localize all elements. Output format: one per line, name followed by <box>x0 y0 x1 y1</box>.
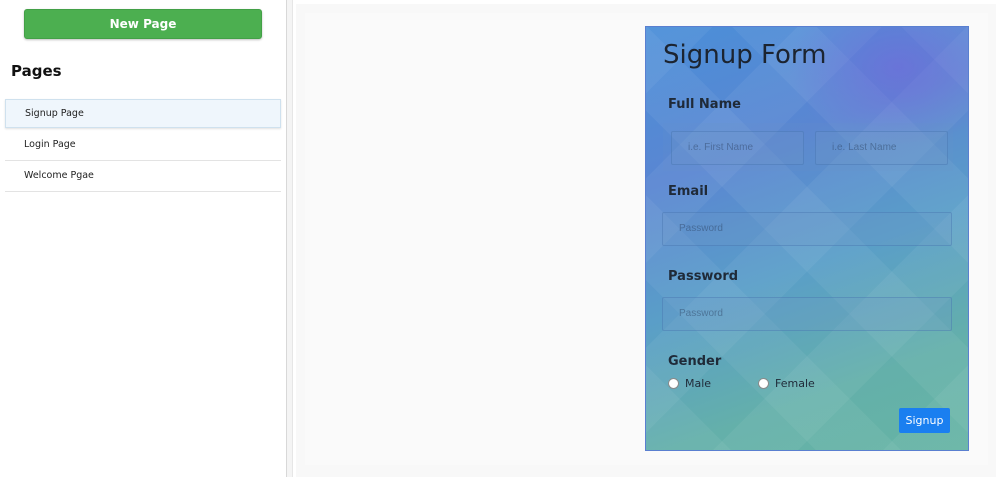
sidebar: New Page Pages Signup Page Login Page We… <box>0 0 286 477</box>
signup-button[interactable]: Signup <box>899 408 950 433</box>
female-label: Female <box>775 377 815 390</box>
page-item-signup[interactable]: Signup Page <box>5 99 281 128</box>
gender-female-option[interactable]: Female <box>758 377 815 390</box>
male-label: Male <box>685 377 712 390</box>
gender-label: Gender <box>668 354 722 369</box>
signup-form-card[interactable]: Signup Form Full Name i.e. First Name i.… <box>645 26 969 451</box>
panel-splitter[interactable] <box>286 0 293 477</box>
page-item-login[interactable]: Login Page <box>5 130 281 161</box>
new-page-button[interactable]: New Page <box>24 9 262 39</box>
male-radio[interactable] <box>668 378 679 389</box>
pages-heading: Pages <box>11 62 62 80</box>
gender-male-option[interactable]: Male <box>668 377 711 390</box>
first-name-input[interactable]: i.e. First Name <box>671 131 804 165</box>
password-input[interactable]: Password <box>662 297 952 331</box>
email-input[interactable]: Password <box>662 212 952 246</box>
password-label: Password <box>668 269 739 284</box>
full-name-label: Full Name <box>668 97 741 112</box>
page-item-welcome[interactable]: Welcome Pgae <box>5 161 281 192</box>
email-label: Email <box>668 184 709 199</box>
female-radio[interactable] <box>758 378 769 389</box>
form-title: Signup Form <box>663 40 827 70</box>
page-list: Signup Page Login Page Welcome Pgae <box>5 99 281 192</box>
last-name-input[interactable]: i.e. Last Name <box>815 131 948 165</box>
